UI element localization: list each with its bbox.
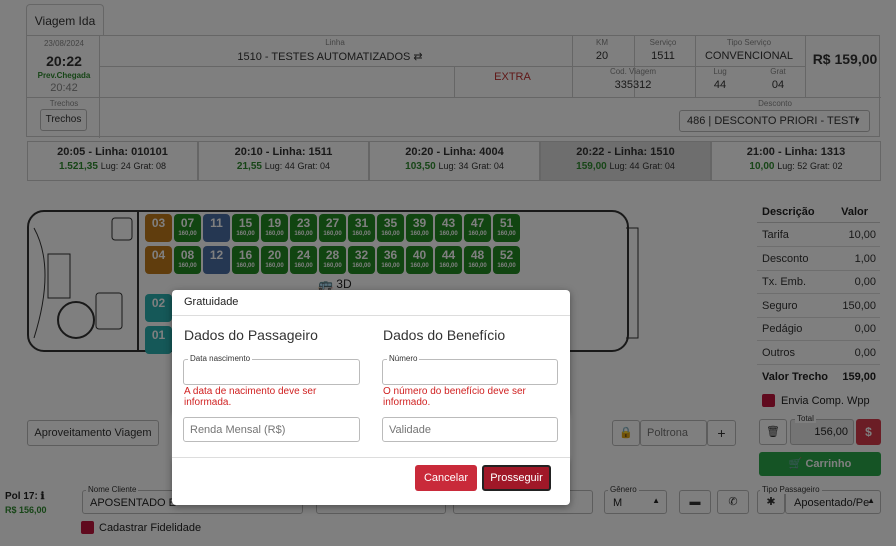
modal-title: Gratuidade [184, 296, 239, 308]
numero-label: Número [387, 354, 420, 363]
numero-beneficio-input[interactable]: Número [382, 354, 558, 385]
prosseguir-button[interactable]: Prosseguir [482, 465, 551, 491]
gratuidade-modal: Gratuidade Dados do Passageiro Dados do … [172, 290, 570, 505]
data-nascimento-label: Data nascimento [188, 354, 253, 363]
passenger-section-title: Dados do Passageiro [184, 327, 318, 343]
nascimento-error: A data de nacimento deve ser informada. [184, 386, 317, 408]
cancel-button[interactable]: Cancelar [415, 465, 477, 491]
validade-input[interactable] [382, 417, 558, 442]
data-nascimento-input[interactable]: Data nascimento [183, 354, 360, 385]
numero-error: O número do benefício deve ser informado… [383, 386, 526, 408]
benefit-section-title: Dados do Benefício [383, 327, 506, 343]
renda-mensal-input[interactable] [183, 417, 360, 442]
